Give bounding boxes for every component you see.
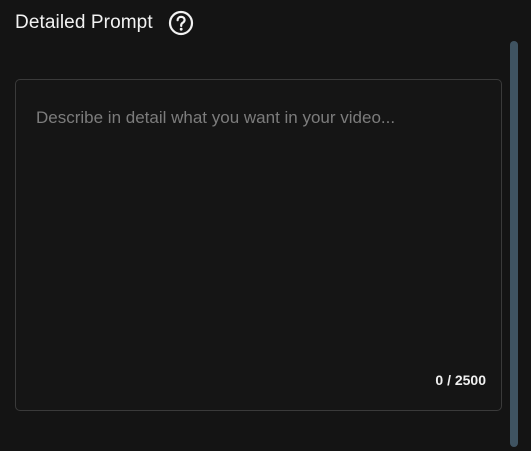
panel-header: Detailed Prompt	[15, 8, 195, 38]
help-circle-icon-svg	[168, 10, 193, 36]
scrollbar-thumb[interactable]	[510, 41, 518, 447]
detailed-prompt-input[interactable]	[16, 80, 501, 410]
character-count: 0 / 2500	[435, 372, 486, 388]
panel-title: Detailed Prompt	[15, 12, 153, 33]
detailed-prompt-panel: Detailed Prompt 0 / 2500	[0, 0, 531, 451]
scrollbar-track[interactable]	[510, 41, 518, 447]
help-circle-icon[interactable]	[167, 9, 195, 37]
prompt-container: 0 / 2500	[15, 79, 502, 411]
